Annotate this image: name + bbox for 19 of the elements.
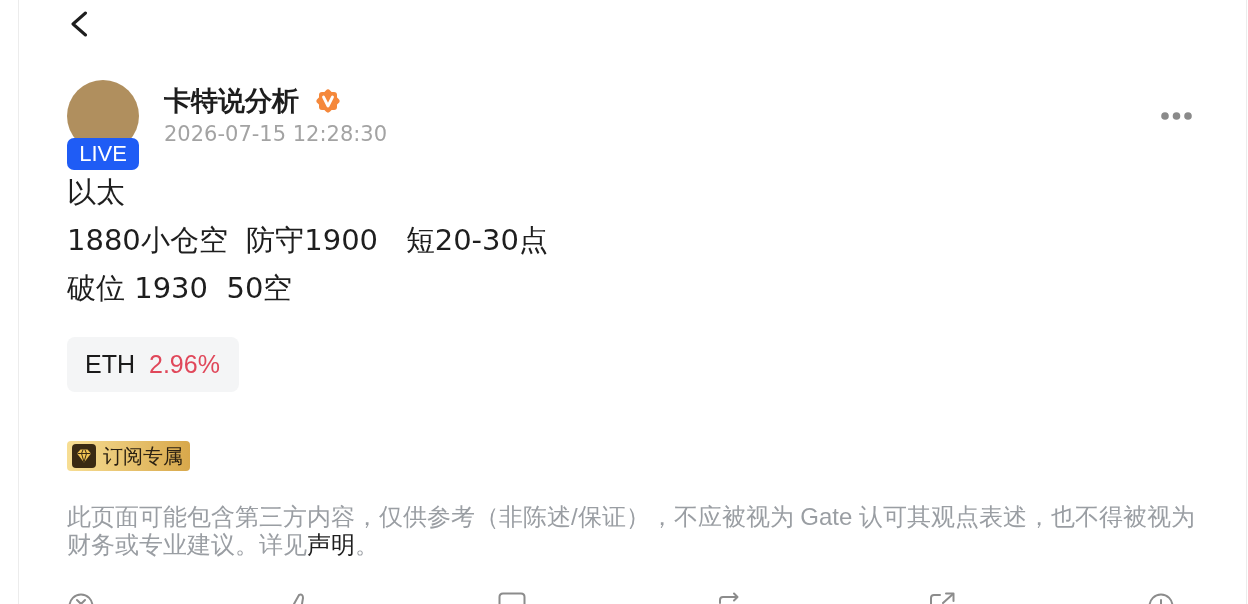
share-icon[interactable] bbox=[929, 592, 957, 604]
more-icon bbox=[1161, 112, 1192, 120]
ticker-chip[interactable]: ETH 2.96% bbox=[67, 337, 239, 392]
chevron-left-icon bbox=[70, 11, 88, 37]
coin-icon[interactable] bbox=[68, 592, 94, 604]
disclaimer-text: 此页面可能包含第三方内容，仅供参考（非陈述/保证），不应被视为 Gate 认可其观点表述，也不得被视为财务或专业建议。详见声明。 bbox=[67, 503, 1197, 559]
post-timestamp: 2026-07-15 12:28:30 bbox=[164, 121, 388, 148]
post-text: 1880小仓空 防守1900 短20-30点 bbox=[67, 222, 548, 259]
post-text: 以太 bbox=[67, 174, 125, 211]
back-button[interactable] bbox=[70, 11, 88, 37]
price-change: 2.96% bbox=[149, 350, 220, 379]
live-badge: LIVE bbox=[67, 138, 139, 170]
author-name[interactable]: 卡特说分析 bbox=[164, 84, 299, 118]
post-text: 破位 1930 50空 bbox=[67, 270, 293, 307]
comment-icon[interactable] bbox=[498, 592, 527, 604]
subscriber-label: 订阅专属 bbox=[103, 444, 183, 468]
disclaimer-link[interactable]: 声明 bbox=[307, 531, 355, 558]
ticker-symbol: ETH bbox=[85, 350, 135, 379]
more-button[interactable] bbox=[1161, 112, 1192, 120]
